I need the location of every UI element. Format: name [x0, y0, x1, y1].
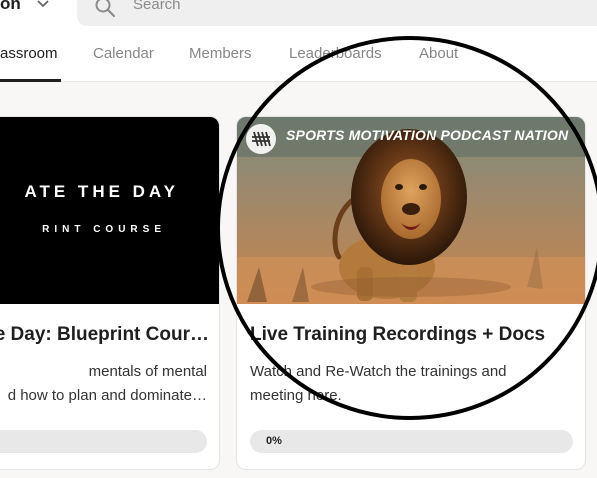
course-description: mentals of mental d how to plan and domi…	[0, 360, 207, 408]
banner-title: SPORTS MOTIVATION PODCAST NATION	[286, 127, 569, 143]
community-name[interactable]: on	[0, 0, 21, 14]
search-input[interactable]: Search	[77, 0, 597, 26]
tab-calendar[interactable]: Calendar	[93, 45, 154, 62]
course-title: Live Training Recordings + Docs	[250, 324, 546, 345]
thumbnail-subtext: RINT COURSE	[42, 224, 166, 235]
course-card[interactable]: SPORTS MOTIVATION PODCAST NATION Live Tr…	[236, 116, 586, 470]
search-icon	[94, 0, 116, 18]
course-thumbnail: ATE THE DAY RINT COURSE	[0, 117, 219, 304]
active-tab-indicator	[0, 79, 61, 82]
tab-leaderboards[interactable]: Leaderboards	[289, 45, 382, 62]
podcast-logo-icon	[246, 124, 276, 154]
nav-tabs: assroom Calendar Members Leaderboards Ab…	[0, 28, 597, 82]
tab-members[interactable]: Members	[189, 45, 252, 62]
tab-about[interactable]: About	[419, 45, 458, 62]
course-title: e Day: Blueprint Cour…	[0, 324, 209, 345]
progress-label: 0%	[266, 435, 282, 447]
chevron-down-icon[interactable]	[37, 0, 49, 12]
course-description-line: d how to plan and dominate…	[7, 387, 207, 404]
thumbnail-text: ATE THE DAY	[24, 182, 179, 201]
course-description-line: mentals of mental	[88, 363, 207, 380]
lion-photo	[237, 117, 585, 304]
top-bar: on Search	[0, 0, 597, 28]
course-thumbnail: SPORTS MOTIVATION PODCAST NATION	[237, 117, 585, 304]
tab-classroom[interactable]: assroom	[0, 45, 58, 62]
progress-bar: 0%	[250, 430, 573, 453]
course-card[interactable]: ATE THE DAY RINT COURSE e Day: Blueprint…	[0, 116, 220, 470]
progress-bar	[0, 430, 207, 453]
course-description: Watch and Re-Watch the trainings and mee…	[250, 363, 507, 404]
search-placeholder: Search	[133, 0, 181, 13]
